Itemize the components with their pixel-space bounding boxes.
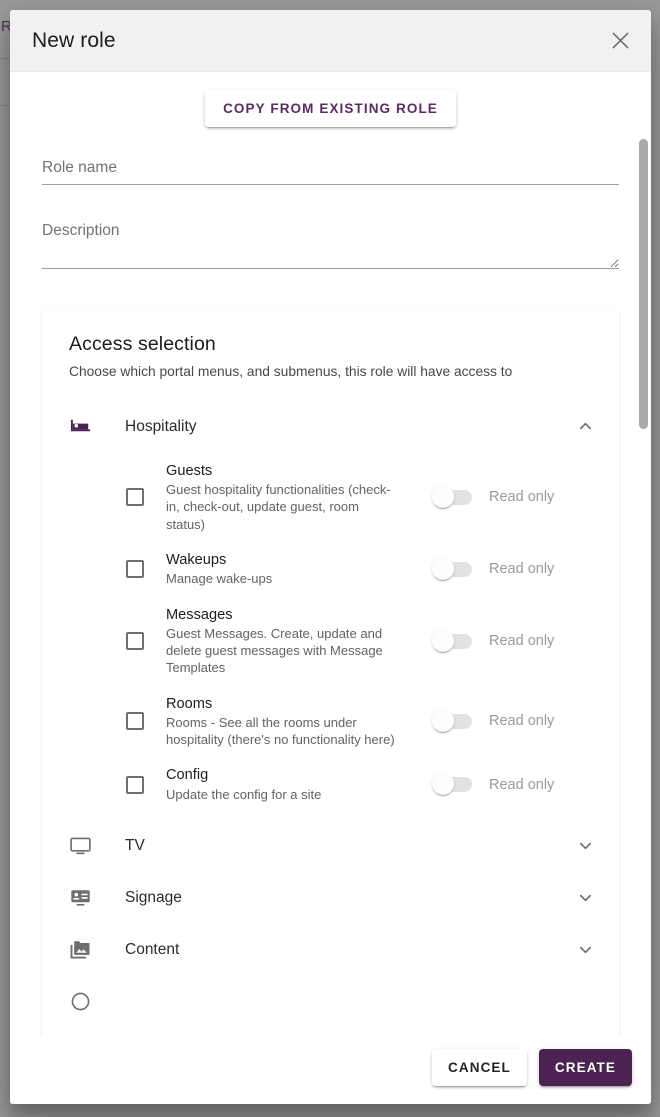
close-icon [612,32,629,49]
permission-toggle-wrap: Read only [432,485,597,508]
read-only-toggle-rooms[interactable] [432,709,472,732]
access-selection-subtitle: Choose which portal menus, and submenus,… [69,364,513,379]
toggle-knob [432,485,454,508]
role-name-input[interactable] [42,155,619,185]
menu-label-tv: TV [125,836,145,854]
permission-row: Config Update the config for a site Read… [69,757,597,812]
dialog-scrollbar-thumb[interactable] [639,139,648,429]
permission-description: Manage wake-ups [166,571,273,587]
permission-row: Guests Guest hospitality functionalities… [69,453,597,542]
description-field-wrap [42,217,619,269]
cancel-button[interactable]: CANCEL [432,1049,527,1086]
permission-row: Wakeups Manage wake-ups Read only [69,542,597,597]
description-input[interactable] [42,217,619,269]
menu-header-hospitality[interactable]: Hospitality [69,401,597,453]
chevron-down-icon[interactable] [573,890,597,905]
dialog-footer: CANCEL CREATE [10,1036,651,1104]
permission-row: Messages Guest Messages. Create, update … [69,597,597,686]
menu-header-next-partial[interactable] [69,976,597,1028]
permission-title: Guests [166,462,213,479]
menu-header-content[interactable]: Content [69,924,597,976]
read-only-label: Read only [489,713,555,730]
dialog-body: COPY FROM EXISTING ROLE Access selection… [10,72,651,1036]
permission-list-hospitality: Guests Guest hospitality functionalities… [69,453,597,812]
read-only-label: Read only [489,489,555,506]
read-only-toggle-messages[interactable] [432,629,472,652]
copy-role-row: COPY FROM EXISTING ROLE [33,90,628,127]
permission-toggle-wrap: Read only [432,629,597,652]
permission-toggle-wrap: Read only [432,557,597,580]
permission-description: Rooms - See all the rooms under hospital… [166,714,395,748]
toggle-knob [432,709,454,732]
signage-icon [69,886,99,909]
access-selection-card: Access selection Choose which portal men… [42,309,619,1036]
menu-header-signage[interactable]: Signage [69,872,597,924]
toggle-knob [432,629,454,652]
read-only-toggle-guests[interactable] [432,485,472,508]
read-only-label: Read only [489,776,555,793]
menu-label-hospitality: Hospitality [125,417,197,435]
permission-title: Rooms [166,695,213,712]
menu-label-content: Content [125,940,180,958]
chevron-down-icon[interactable] [573,942,597,957]
permission-checkbox-guests[interactable] [126,488,144,507]
close-button[interactable] [603,24,637,58]
new-role-dialog: New role COPY FROM EXISTING ROLE Role na… [10,10,651,1104]
permission-text: Messages Guest Messages. Create, update … [166,606,401,677]
role-name-field-wrap [42,149,619,185]
read-only-label: Read only [489,561,555,578]
menu-label-signage: Signage [125,888,182,906]
dialog-scrollbar-track[interactable] [639,72,648,1036]
permission-checkbox-config[interactable] [126,775,144,794]
photo-library-icon [69,938,99,961]
permission-description: Guest hospitality functionalities (check… [166,482,391,532]
permission-title: Messages [166,606,233,623]
permission-title: Config [166,767,209,784]
permission-description: Update the config for a site [166,786,322,802]
permission-text: Guests Guest hospitality functionalities… [166,462,401,533]
access-selection-title: Access selection [69,333,216,355]
permission-title: Wakeups [166,552,227,568]
toggle-knob [432,773,454,796]
read-only-label: Read only [489,633,555,650]
permission-checkbox-messages[interactable] [126,632,144,651]
menu-header-tv[interactable]: TV [69,820,597,872]
copy-from-existing-role-button[interactable]: COPY FROM EXISTING ROLE [205,90,456,127]
toggle-knob [432,557,454,580]
permission-checkbox-rooms[interactable] [126,712,144,731]
permission-toggle-wrap: Read only [432,709,597,732]
create-button[interactable]: CREATE [538,1049,632,1086]
read-only-toggle-config[interactable] [432,773,472,796]
monitor-icon [69,834,99,857]
permission-text: Config Update the config for a site [166,766,401,803]
partial-menu-icon [69,990,99,1013]
chevron-up-icon[interactable] [573,419,597,434]
permission-toggle-wrap: Read only [432,773,597,796]
dialog-header: New role [10,10,651,72]
dialog-title: New role [32,28,116,52]
permission-row: Rooms Rooms - See all the rooms under ho… [69,686,597,758]
permission-text: Wakeups Manage wake-ups [166,551,401,588]
chevron-down-icon[interactable] [573,838,597,853]
permission-description: Guest Messages. Create, update and delet… [166,625,383,676]
permission-text: Rooms Rooms - See all the rooms under ho… [166,695,401,749]
read-only-toggle-wakeups[interactable] [432,557,472,580]
permission-checkbox-wakeups[interactable] [126,560,144,579]
hotel-bed-icon [69,415,99,438]
